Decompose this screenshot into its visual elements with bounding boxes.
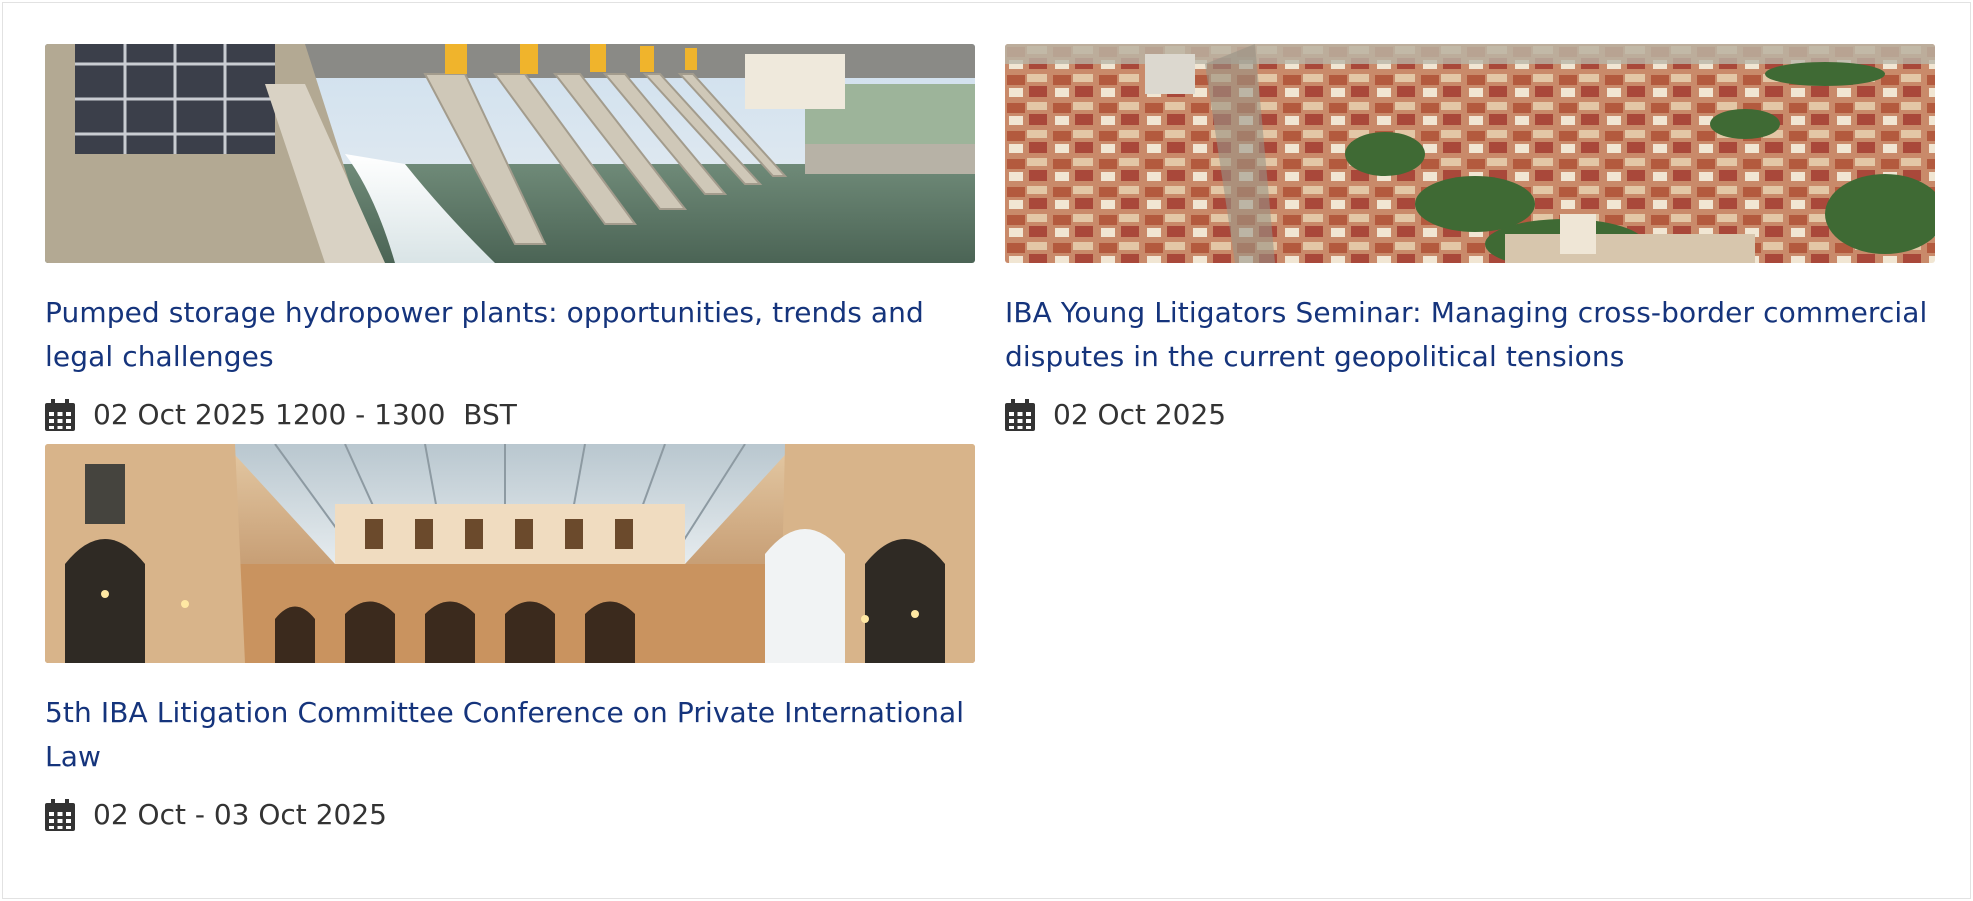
event-image-city-aerial[interactable] bbox=[1005, 44, 1935, 263]
event-date-row: 02 Oct 2025 bbox=[1005, 397, 1935, 433]
event-title[interactable]: Pumped storage hydropower plants: opport… bbox=[45, 291, 975, 379]
event-date: 02 Oct 2025 bbox=[1053, 398, 1227, 431]
event-card[interactable]: 5th IBA Litigation Committee Conference … bbox=[45, 444, 975, 833]
gallery-illustration bbox=[45, 444, 975, 663]
event-image-gallery[interactable] bbox=[45, 444, 975, 663]
event-date-row: 02 Oct 2025 1200 - 1300 BST bbox=[45, 397, 975, 433]
event-date: 02 Oct 2025 1200 - 1300 BST bbox=[93, 398, 517, 431]
calendar-icon bbox=[45, 399, 75, 431]
event-title[interactable]: 5th IBA Litigation Committee Conference … bbox=[45, 691, 975, 779]
event-date-row: 02 Oct - 03 Oct 2025 bbox=[45, 797, 975, 833]
dam-illustration bbox=[45, 44, 975, 263]
events-panel: Pumped storage hydropower plants: opport… bbox=[2, 2, 1971, 899]
event-date: 02 Oct - 03 Oct 2025 bbox=[93, 798, 387, 831]
city-illustration bbox=[1005, 44, 1935, 263]
event-image-hydropower-dam[interactable] bbox=[45, 44, 975, 263]
calendar-icon bbox=[1005, 399, 1035, 431]
event-title[interactable]: IBA Young Litigators Seminar: Managing c… bbox=[1005, 291, 1935, 379]
calendar-icon bbox=[45, 799, 75, 831]
event-card[interactable]: Pumped storage hydropower plants: opport… bbox=[45, 44, 975, 433]
event-card[interactable]: IBA Young Litigators Seminar: Managing c… bbox=[1005, 44, 1935, 433]
